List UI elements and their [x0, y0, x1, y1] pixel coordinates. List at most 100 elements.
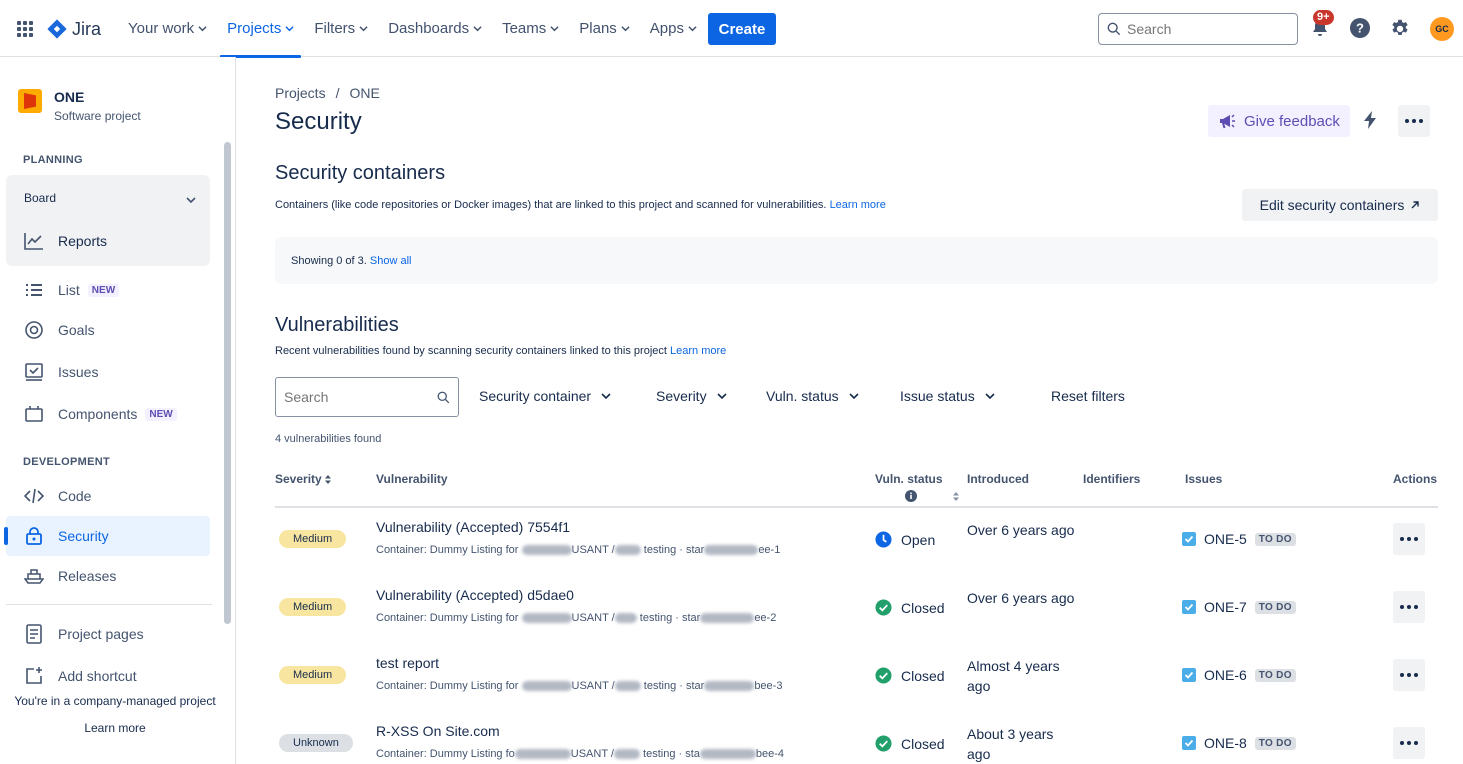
breadcrumb-project[interactable]: ONE	[349, 85, 379, 101]
nav-projects[interactable]: Projects	[217, 0, 304, 58]
sidebar-scrollbar[interactable]	[224, 142, 231, 624]
jira-logo[interactable]: Jira	[46, 16, 101, 42]
column-header-severity[interactable]: Severity	[275, 472, 331, 486]
filter-issue-status[interactable]: Issue status	[900, 388, 995, 404]
issue-key: ONE-6	[1204, 667, 1247, 683]
security-containers-heading: Security containers	[275, 162, 446, 184]
chevron-down-icon[interactable]	[186, 195, 196, 205]
global-search[interactable]	[1098, 13, 1298, 45]
nav-apps[interactable]: Apps	[640, 0, 707, 57]
sidebar-item-label: List	[58, 282, 80, 298]
vulnerability-container: Container: Dummy Listing for USANT / tes…	[376, 612, 776, 624]
vulnerability-search[interactable]	[275, 377, 459, 417]
linked-issue[interactable]: ONE-7 TO DO	[1182, 599, 1296, 615]
open-clock-icon	[875, 531, 892, 548]
automation-lightning-icon[interactable]	[1362, 110, 1378, 133]
vuln-status-label: Closed	[901, 667, 945, 684]
linked-issue[interactable]: ONE-8 TO DO	[1182, 735, 1296, 751]
issue-status-lozenge: TO DO	[1254, 668, 1296, 682]
row-actions-button[interactable]	[1393, 523, 1425, 555]
user-avatar[interactable]: GC	[1430, 17, 1454, 41]
reset-filters-label: Reset filters	[1051, 388, 1125, 404]
redacted-text	[700, 613, 755, 624]
chevron-down-icon	[285, 26, 294, 32]
redacted-text	[614, 545, 641, 556]
sort-icon[interactable]	[953, 491, 959, 501]
nav-teams[interactable]: Teams	[492, 0, 569, 57]
sort-icon	[324, 474, 331, 484]
linked-issue[interactable]: ONE-5 TO DO	[1182, 531, 1296, 547]
table-row: Medium Vulnerability (Accepted) 7554f1 C…	[275, 508, 1438, 576]
issue-key: ONE-8	[1204, 735, 1247, 751]
more-actions-button[interactable]	[1398, 105, 1430, 137]
row-actions-button[interactable]	[1393, 727, 1425, 759]
reset-filters-button[interactable]: Reset filters	[1051, 388, 1125, 404]
sidebar-item-list[interactable]: List NEW	[24, 278, 120, 302]
row-actions-button[interactable]	[1393, 659, 1425, 691]
redacted-text	[521, 613, 572, 624]
breadcrumb-projects[interactable]: Projects	[275, 85, 326, 101]
filter-vuln-status[interactable]: Vuln. status	[766, 388, 859, 404]
nav-filters[interactable]: Filters	[304, 0, 378, 57]
sidebar-item-goals[interactable]: Goals	[24, 318, 95, 342]
sidebar-item-code[interactable]: Code	[24, 484, 91, 508]
app-switcher-icon[interactable]	[14, 18, 36, 40]
container-text: USANT /	[571, 612, 615, 624]
redacted-text	[614, 613, 637, 624]
introduced-date: Over 6 years ago	[967, 522, 1075, 538]
redacted-text	[521, 681, 572, 692]
info-icon[interactable]	[905, 490, 917, 502]
development-section-label: DEVELOPMENT	[23, 456, 111, 468]
container-text: Container: Dummy Listing for	[376, 612, 519, 624]
sidebar-item-project-pages[interactable]: Project pages	[24, 622, 144, 646]
show-all-link[interactable]: Show all	[370, 255, 412, 267]
sidebar-item-add-shortcut[interactable]: Add shortcut	[24, 664, 137, 688]
container-text: Container: Dummy Listing for	[376, 544, 519, 556]
reports-chart-icon	[24, 231, 44, 251]
top-navigation: Jira Your work Projects Filters Dashboar…	[0, 0, 1463, 58]
sidebar-item-releases[interactable]: Releases	[24, 564, 116, 588]
nav-plans[interactable]: Plans	[569, 0, 640, 57]
help-icon[interactable]: ?	[1348, 16, 1372, 40]
footer-learn-more-link[interactable]: Learn more	[0, 721, 230, 735]
row-actions-button[interactable]	[1393, 591, 1425, 623]
filter-severity[interactable]: Severity	[656, 388, 727, 404]
sidebar-item-reports[interactable]: Reports	[24, 229, 107, 253]
vulnerabilities-learn-more-link[interactable]: Learn more	[670, 345, 726, 357]
nav-your-work[interactable]: Your work	[118, 0, 217, 57]
nav-dashboards[interactable]: Dashboards	[378, 0, 492, 57]
vulnerability-name[interactable]: Vulnerability (Accepted) d5dae0	[376, 587, 574, 603]
global-search-input[interactable]	[1127, 21, 1287, 37]
filter-label: Severity	[656, 388, 707, 404]
vulnerabilities-heading: Vulnerabilities	[275, 314, 399, 336]
severity-lozenge: Medium	[279, 666, 347, 684]
vulnerability-name[interactable]: Vulnerability (Accepted) 7554f1	[376, 519, 570, 535]
containers-learn-more-link[interactable]: Learn more	[830, 199, 886, 211]
task-checkbox-icon	[1182, 600, 1196, 614]
sidebar-item-board[interactable]: Board	[24, 191, 56, 205]
create-button[interactable]: Create	[708, 13, 776, 45]
sidebar-item-security[interactable]: Security	[24, 524, 109, 548]
primary-nav: Your work Projects Filters Dashboards Te…	[118, 0, 707, 58]
column-header-label: Severity	[275, 472, 322, 486]
add-shortcut-icon	[24, 666, 44, 686]
filter-security-container[interactable]: Security container	[479, 388, 611, 404]
table-row: Medium test report Container: Dummy List…	[275, 644, 1438, 712]
sidebar-item-components[interactable]: Components NEW	[24, 402, 177, 426]
vulnerability-name[interactable]: R-XSS On Site.com	[376, 723, 500, 739]
project-header[interactable]: ONE Software project	[18, 89, 141, 123]
sidebar-item-issues[interactable]: Issues	[24, 360, 98, 384]
closed-check-icon	[875, 599, 892, 616]
edit-security-containers-button[interactable]: Edit security containers	[1242, 189, 1438, 221]
vulnerability-search-input[interactable]	[284, 389, 424, 405]
give-feedback-button[interactable]: Give feedback	[1208, 105, 1350, 137]
code-icon	[24, 486, 44, 506]
column-header-issues: Issues	[1185, 472, 1223, 486]
vulnerability-name[interactable]: test report	[376, 655, 439, 671]
settings-gear-icon[interactable]	[1388, 16, 1412, 40]
chevron-down-icon	[621, 26, 630, 32]
company-managed-text: You're in a company-managed project	[14, 694, 216, 708]
column-header-label: Vuln. status	[875, 472, 943, 486]
chevron-down-icon	[473, 26, 482, 32]
linked-issue[interactable]: ONE-6 TO DO	[1182, 667, 1296, 683]
